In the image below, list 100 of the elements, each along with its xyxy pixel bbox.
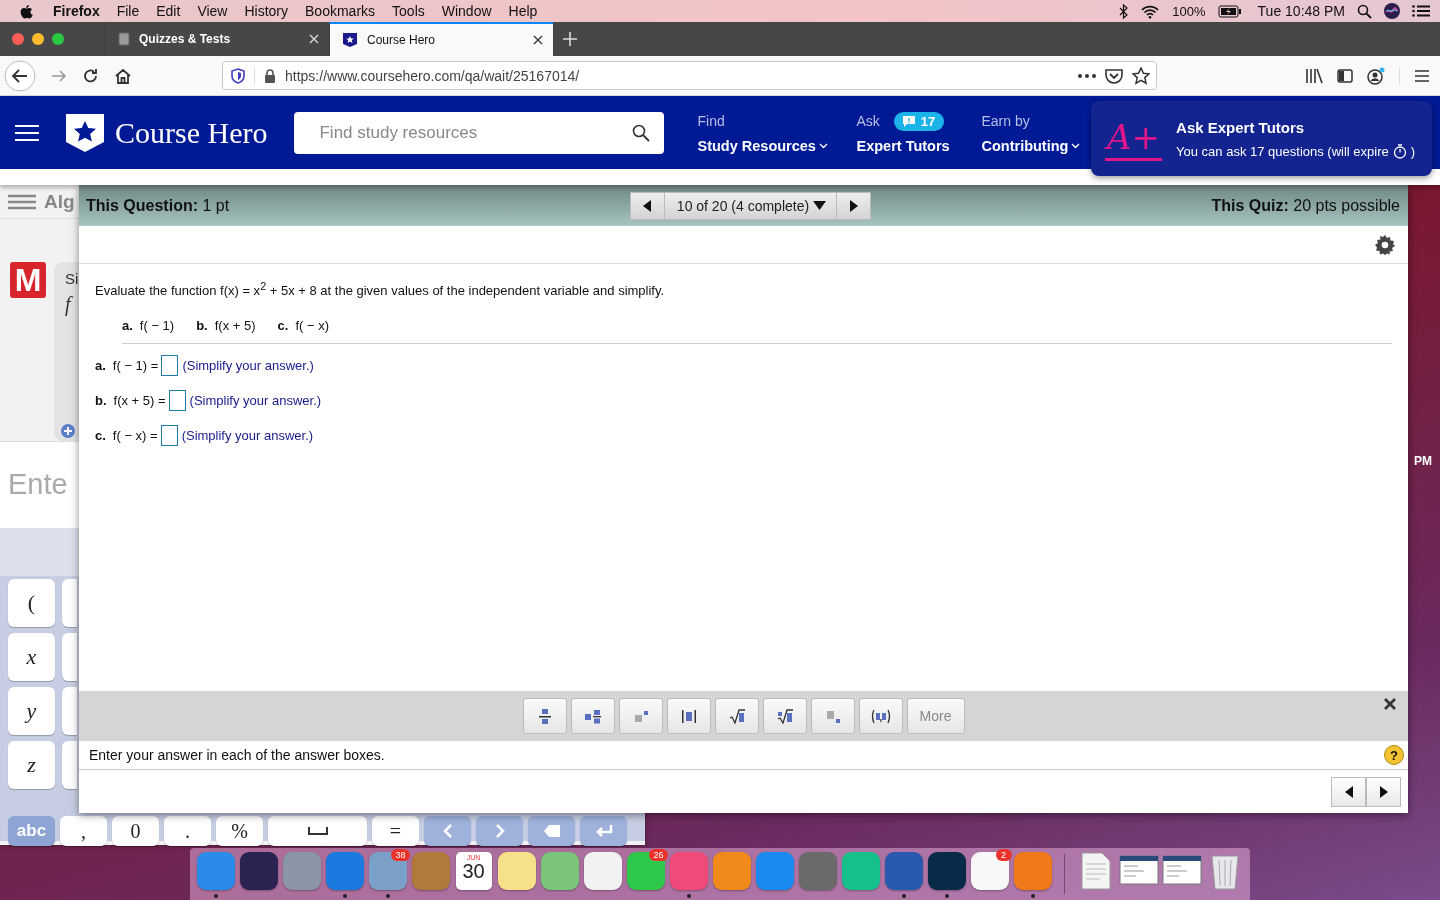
desktop-text: PM — [1414, 454, 1432, 468]
keypad-key[interactable]: . — [164, 816, 211, 846]
math-tool-button[interactable] — [714, 698, 759, 734]
promo-title: Ask Expert Tutors — [1176, 118, 1306, 136]
math-tool-button[interactable] — [858, 698, 903, 734]
home-icon[interactable] — [114, 66, 132, 85]
tab-title: Quizzes & Tests — [139, 32, 232, 46]
app-icon[interactable] — [497, 852, 536, 890]
notification-badge: 2 — [995, 849, 1012, 861]
answer-box[interactable] — [161, 355, 179, 377]
settings-icon[interactable] — [1375, 234, 1395, 255]
subscript-icon — [824, 708, 841, 724]
keypad-key[interactable]: , — [60, 816, 107, 846]
answer-box[interactable] — [168, 390, 186, 412]
battery-icon[interactable] — [1217, 4, 1242, 18]
sidebar-icon[interactable] — [1337, 68, 1353, 83]
site-logo[interactable]: Course Hero — [115, 115, 268, 150]
grade-mark: A+ — [1105, 115, 1163, 162]
keypad-key[interactable]: 0 — [112, 816, 159, 846]
promo-card[interactable]: A+ Ask Expert Tutors You can ask 17 questions (will expire ) — [1091, 101, 1432, 176]
bluetooth-icon[interactable] — [1119, 3, 1129, 19]
app-icon[interactable] — [239, 852, 278, 890]
address-bar[interactable]: https://www.coursehero.com/qa/wait/25167014/ — [222, 61, 1157, 90]
close-icon[interactable] — [1384, 698, 1396, 710]
nav-link[interactable]: Contributing — [981, 138, 1081, 154]
clock[interactable]: Tue 10:48 PM — [1257, 3, 1345, 19]
window-control-icon[interactable] — [52, 33, 64, 45]
star-icon[interactable] — [1132, 66, 1150, 85]
nav-label: Find — [697, 113, 725, 129]
nav-link[interactable]: Study Resources — [697, 138, 828, 154]
battery-percentage: 100% — [1172, 3, 1206, 19]
keypad-key[interactable]: ( — [8, 579, 55, 627]
window-thumbnail-icon[interactable] — [1161, 852, 1202, 886]
help-button[interactable]: ? — [1384, 745, 1404, 765]
math-tool-button[interactable] — [522, 698, 567, 734]
menu-item[interactable]: History — [235, 3, 297, 19]
trash-icon[interactable] — [1209, 852, 1240, 890]
previous-button[interactable] — [1331, 776, 1366, 807]
new-tab-icon[interactable] — [563, 32, 577, 46]
nav-label: Ask — [856, 113, 880, 129]
points-text: This Quiz: 20 pts possible — [1211, 196, 1400, 215]
menu-item[interactable]: File — [108, 3, 148, 19]
app-logo: M — [10, 262, 46, 298]
library-icon[interactable] — [1305, 67, 1323, 84]
star-shield-icon — [342, 32, 358, 48]
back-icon[interactable] — [4, 59, 36, 92]
more-icon[interactable] — [1078, 73, 1096, 78]
math-tool-button[interactable] — [570, 698, 615, 734]
math-tool-button[interactable] — [666, 698, 711, 734]
keypad-key[interactable]: % — [216, 816, 263, 846]
window-control-icon[interactable] — [12, 33, 24, 45]
window-control-icon[interactable] — [32, 33, 44, 45]
search-icon[interactable] — [1357, 3, 1372, 19]
right-triangle-icon — [849, 199, 858, 212]
shield-star-icon[interactable] — [65, 112, 105, 153]
question-card[interactable]: Si f — [54, 262, 79, 442]
search-field[interactable]: Find study resources — [294, 111, 665, 154]
window-thumbnail-icon[interactable] — [1118, 852, 1159, 886]
left-key[interactable] — [424, 816, 471, 846]
keypad-key[interactable]: z — [8, 741, 55, 789]
reload-icon[interactable] — [82, 66, 100, 85]
notification-badge: 26 — [649, 849, 668, 861]
question-part: c. f( − x) — [277, 318, 329, 334]
menu-item[interactable]: Edit — [147, 3, 189, 19]
next-question-button[interactable] — [836, 191, 872, 220]
document-icon[interactable] — [1079, 852, 1112, 890]
wifi-icon[interactable] — [1140, 3, 1161, 19]
question-dropdown[interactable]: 10 of 20 (4 complete) — [664, 191, 837, 220]
next-button[interactable] — [1366, 776, 1401, 807]
pocket-icon[interactable] — [1105, 67, 1123, 84]
menu-item[interactable]: Tools — [383, 3, 434, 19]
backspace-key[interactable] — [528, 816, 575, 846]
app-icon[interactable] — [927, 852, 966, 890]
menu-item[interactable]: Bookmarks — [296, 3, 384, 19]
answer-box[interactable] — [160, 425, 178, 447]
close-icon[interactable] — [533, 35, 543, 45]
space-key[interactable] — [268, 816, 367, 846]
keypad-key[interactable]: y — [8, 687, 55, 735]
math-tool-button[interactable] — [762, 698, 807, 734]
list-icon[interactable] — [1412, 5, 1430, 17]
search-icon[interactable] — [632, 123, 651, 142]
app-icon[interactable] — [970, 852, 1009, 890]
chevron-icon — [1071, 143, 1081, 149]
menu-item[interactable]: View — [188, 3, 236, 19]
app-icon[interactable] — [583, 852, 622, 890]
right-key[interactable] — [476, 816, 523, 846]
previous-question-button[interactable] — [629, 191, 665, 220]
keypad-key[interactable]: x — [8, 633, 55, 681]
account-icon[interactable] — [1367, 66, 1385, 85]
siri-icon[interactable] — [1384, 3, 1400, 19]
add-icon[interactable] — [61, 424, 75, 438]
app-menu[interactable]: Firefox — [33, 3, 109, 19]
nav-link[interactable]: Expert Tutors — [856, 138, 950, 154]
menu-item[interactable]: Help — [500, 3, 546, 19]
browser-tab[interactable]: Course Hero — [329, 22, 553, 56]
keypad-key[interactable]: = — [372, 816, 419, 846]
enter-key[interactable] — [580, 816, 627, 846]
menu-icon[interactable] — [1414, 68, 1430, 83]
fraction-icon — [536, 708, 553, 724]
menu-item[interactable]: Window — [433, 3, 501, 19]
